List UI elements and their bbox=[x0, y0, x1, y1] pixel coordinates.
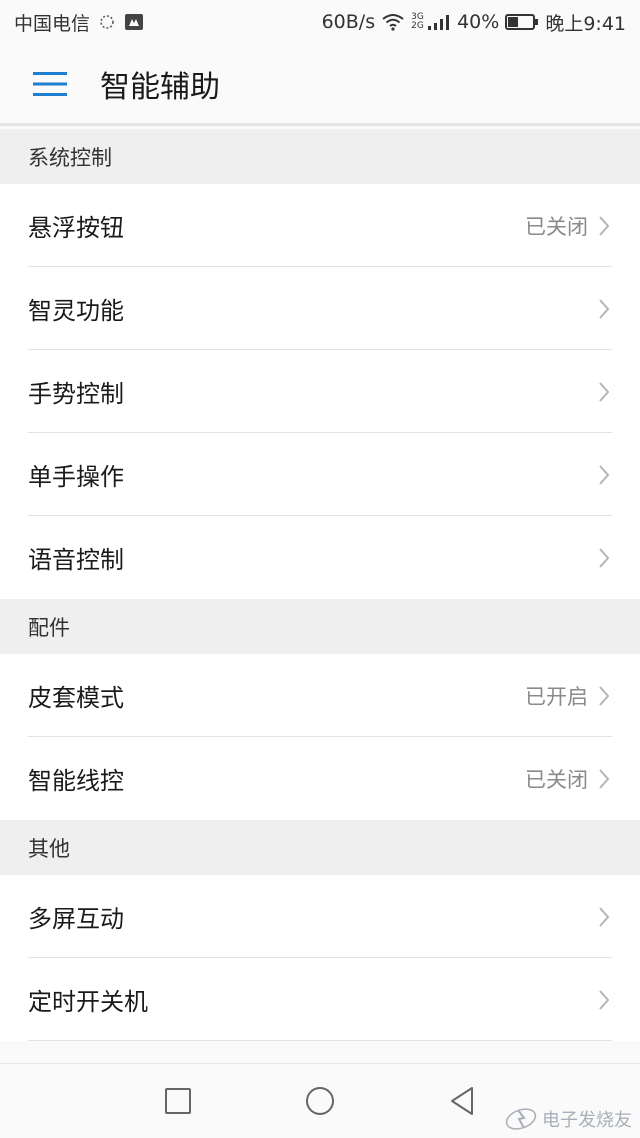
chevron-right-icon bbox=[599, 215, 610, 236]
chevron-right-icon bbox=[599, 464, 610, 485]
back-triangle-icon bbox=[451, 1087, 473, 1115]
setting-smart-function[interactable]: 智灵功能 bbox=[0, 267, 640, 350]
chevron-right-icon bbox=[599, 906, 610, 927]
section-header-system: 系统控制 bbox=[0, 129, 640, 184]
setting-label: 多屏互动 bbox=[28, 905, 124, 933]
clock: 晚上9:41 bbox=[545, 12, 626, 35]
chevron-right-icon bbox=[599, 298, 610, 319]
watermark-logo-icon bbox=[505, 1108, 537, 1130]
menu-button[interactable] bbox=[0, 43, 100, 125]
setting-status: 已关闭 bbox=[525, 214, 588, 239]
watermark-text: 电子发烧友 bbox=[542, 1110, 632, 1131]
circle-icon bbox=[306, 1087, 334, 1115]
chevron-right-icon bbox=[599, 381, 610, 402]
chevron-right-icon bbox=[599, 768, 610, 789]
network-type: 3G 2G bbox=[411, 12, 424, 31]
setting-one-hand-mode[interactable]: 单手操作 bbox=[0, 433, 640, 516]
battery-icon bbox=[505, 13, 539, 31]
watermark: 电子发烧友 bbox=[504, 1106, 632, 1132]
setting-status: 已关闭 bbox=[525, 767, 588, 792]
chevron-right-icon bbox=[599, 547, 610, 568]
setting-label: 智灵功能 bbox=[28, 297, 124, 325]
setting-voice-control[interactable]: 语音控制 bbox=[0, 516, 640, 599]
setting-status: 已开启 bbox=[525, 684, 588, 709]
section-header-accessories: 配件 bbox=[0, 599, 640, 654]
weather-icon bbox=[98, 13, 116, 31]
setting-label: 手势控制 bbox=[28, 380, 124, 408]
carrier-label: 中国电信 bbox=[14, 12, 91, 35]
signal-icon: 3G 2G bbox=[411, 13, 451, 31]
setting-floating-button[interactable]: 悬浮按钮 已关闭 bbox=[0, 184, 640, 267]
page-title: 智能辅助 bbox=[100, 69, 220, 105]
section-header-other: 其他 bbox=[0, 820, 640, 875]
setting-smart-wire-control[interactable]: 智能线控 已关闭 bbox=[0, 737, 640, 820]
setting-label: 皮套模式 bbox=[28, 684, 124, 712]
hamburger-menu-icon bbox=[33, 71, 67, 96]
chevron-right-icon bbox=[599, 989, 610, 1010]
status-bar: 中国电信 60B/s 3G 2G 40% 晚上9:41 bbox=[0, 0, 640, 44]
wifi-icon bbox=[381, 13, 405, 31]
settings-list: 系统控制 悬浮按钮 已关闭 智灵功能 手势控制 单手操作 语音控制 配件 皮套模… bbox=[0, 129, 640, 1041]
setting-gesture-control[interactable]: 手势控制 bbox=[0, 350, 640, 433]
notification-icon bbox=[124, 13, 144, 31]
setting-scheduled-power[interactable]: 定时开关机 bbox=[0, 958, 640, 1041]
setting-label: 智能线控 bbox=[28, 767, 124, 795]
battery-percent: 40% bbox=[457, 11, 500, 33]
app-bar: 智能辅助 bbox=[0, 44, 640, 126]
setting-multi-screen[interactable]: 多屏互动 bbox=[0, 875, 640, 958]
chevron-right-icon bbox=[599, 685, 610, 706]
setting-cover-mode[interactable]: 皮套模式 已开启 bbox=[0, 654, 640, 737]
setting-label: 定时开关机 bbox=[28, 988, 148, 1016]
recents-button[interactable] bbox=[107, 1064, 249, 1138]
net-speed: 60B/s bbox=[321, 11, 376, 33]
square-icon bbox=[165, 1088, 191, 1114]
setting-label: 单手操作 bbox=[28, 463, 124, 491]
setting-label: 语音控制 bbox=[28, 546, 124, 574]
home-button[interactable] bbox=[249, 1064, 391, 1138]
setting-label: 悬浮按钮 bbox=[28, 214, 124, 242]
